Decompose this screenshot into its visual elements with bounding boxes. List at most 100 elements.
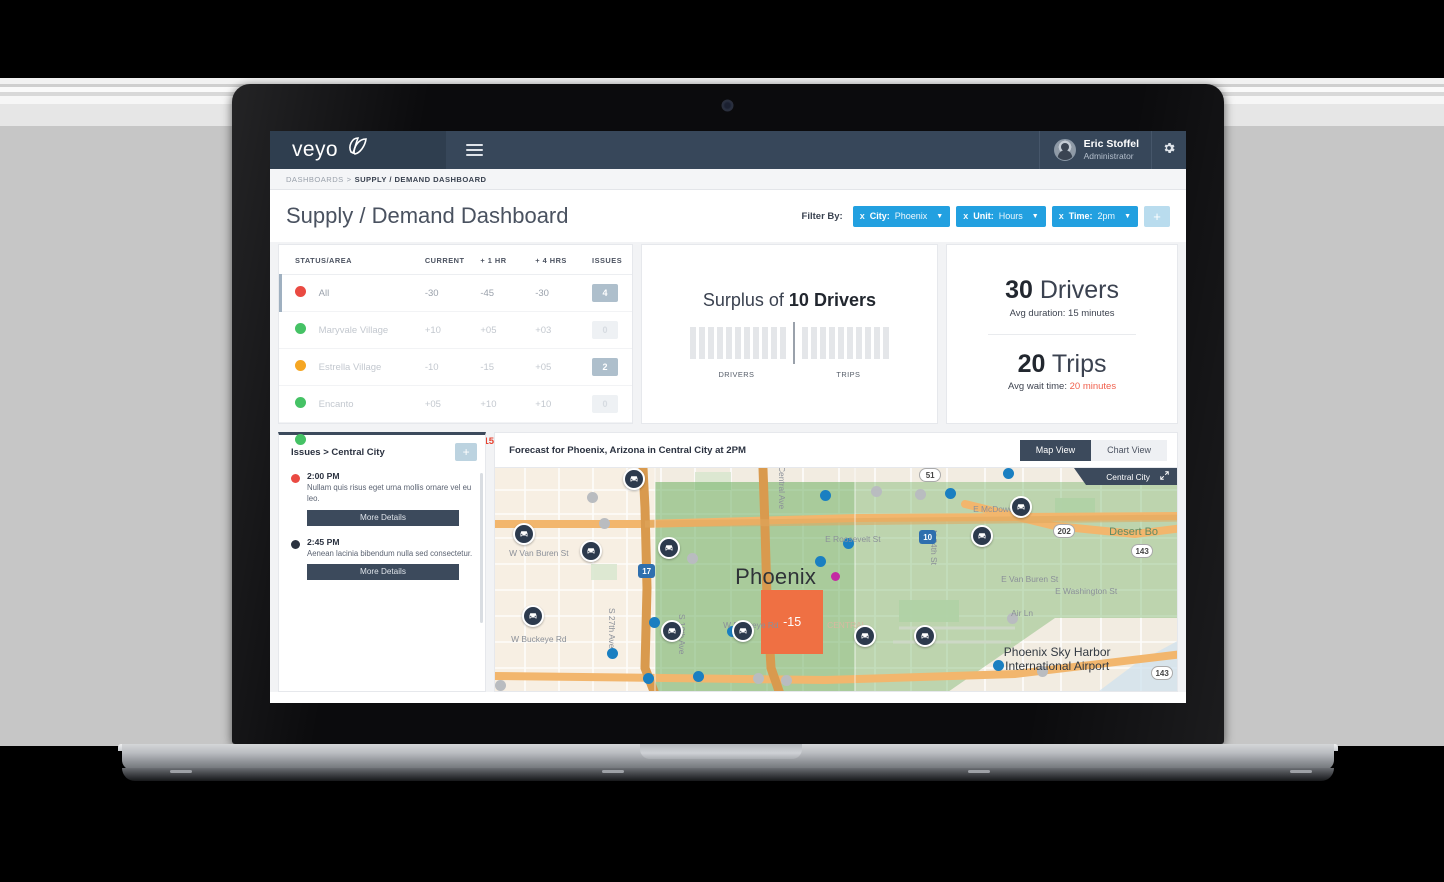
table-row[interactable]: Estrella Village -10 -15 +05 2 <box>279 348 632 386</box>
user-menu[interactable]: Eric Stoffel Administrator <box>1038 131 1152 169</box>
row-area-name: All <box>318 274 425 312</box>
map-poi-airport: Phoenix Sky Harbor International Airport <box>977 645 1137 674</box>
surplus-chart-card: Surplus of 10 Drivers DRIVERS TRIPS <box>640 244 939 424</box>
issues-badge[interactable]: 0 <box>592 321 619 339</box>
map-city-label: Phoenix <box>735 564 817 589</box>
car-icon <box>665 545 673 551</box>
chevron-down-icon[interactable]: ▼ <box>1124 213 1131 220</box>
table-row[interactable]: Maryvale Village +10 +05 +03 0 <box>279 311 632 349</box>
filter-pill-unit[interactable]: x Unit: Hours ▼ <box>956 205 1046 227</box>
user-name: Eric Stoffel <box>1083 138 1139 151</box>
chevron-down-icon[interactable]: ▼ <box>1032 213 1039 220</box>
filter-by-label: Filter By: <box>801 210 843 222</box>
laptop-foot <box>1290 770 1312 773</box>
issue-text: Nullam quis risus eget urna mollis ornar… <box>307 483 472 504</box>
filter-pill-key: Unit: <box>973 211 994 221</box>
row-issues-cell: 0 <box>592 385 632 423</box>
map-shield-143-b: 143 <box>1151 666 1174 680</box>
map-driver-pin[interactable] <box>658 537 681 559</box>
axis-label-drivers: DRIVERS <box>718 369 755 379</box>
map-street-w-buckeye: W Buckeye Rd <box>511 634 567 644</box>
chart-bar-driver <box>753 326 759 359</box>
issues-badge[interactable]: 4 <box>592 284 619 302</box>
issues-scrollbar[interactable] <box>480 473 484 623</box>
add-filter-button[interactable]: + <box>1144 205 1170 227</box>
remove-filter-icon[interactable]: x <box>963 211 968 221</box>
map-driver-pin[interactable] <box>971 525 994 547</box>
leaf-icon <box>347 136 369 161</box>
map-region-badge-label: Central City <box>1106 471 1150 482</box>
chart-bar-trip <box>856 326 862 359</box>
map-poi-airport-line1: Phoenix Sky Harbor <box>1003 645 1111 659</box>
filter-bar: Filter By: x City: Phoenix ▼ x Unit: Hours ▼ x Ti… <box>801 205 1170 227</box>
breadcrumb-separator: > <box>346 174 352 184</box>
map-driver-pin[interactable] <box>623 468 646 490</box>
map-driver-pin[interactable] <box>914 625 937 647</box>
add-issue-button[interactable]: + <box>455 443 478 461</box>
settings-button[interactable] <box>1152 131 1186 169</box>
filter-pill-value: 2pm <box>1097 211 1116 221</box>
table-row[interactable]: All -30 -45 -30 4 <box>279 273 632 312</box>
map-canvas[interactable]: -15 Phoenix Phoenix Sky Harbor Internati… <box>495 467 1177 691</box>
filter-pill-time[interactable]: x Time: 2pm ▼ <box>1051 205 1138 227</box>
map-driver-pin[interactable] <box>580 540 603 562</box>
filter-pill-city[interactable]: x City: Phoenix ▼ <box>852 205 951 227</box>
remove-filter-icon[interactable]: x <box>860 211 865 221</box>
filter-pill-key: Time: <box>1068 211 1093 221</box>
surplus-chart-title: Surplus of 10 Drivers <box>703 290 876 311</box>
row-area-name: Maryvale Village <box>318 311 425 349</box>
map-shield-51: 51 <box>919 468 942 482</box>
map-driver-pin[interactable] <box>522 605 545 627</box>
car-icon <box>668 628 676 634</box>
stats-card: 30 Drivers Avg duration: 15 minutes 20 T… <box>946 244 1178 424</box>
map-driver-pin[interactable] <box>1010 496 1033 518</box>
map-region-badge[interactable]: Central City <box>1074 468 1177 485</box>
surplus-axis-labels: DRIVERS TRIPS <box>684 370 894 379</box>
issues-badge[interactable]: 2 <box>592 358 619 376</box>
tab-map-view[interactable]: Map View <box>1019 439 1092 461</box>
chart-bar-driver <box>744 326 750 359</box>
map-driver-pin[interactable] <box>513 523 536 545</box>
column-header-current: CURRENT <box>424 245 481 275</box>
chart-bar-trip <box>829 326 835 359</box>
drivers-stat-headline: 30 Drivers <box>947 276 1177 305</box>
chart-center-divider <box>793 321 795 364</box>
issues-card: Issues > Central City + 2:00 PM Nullam qu… <box>278 432 487 692</box>
chart-bar-trip <box>820 326 826 359</box>
status-dot <box>295 323 306 334</box>
issue-status-dot <box>291 539 300 549</box>
remove-filter-icon[interactable]: x <box>1059 211 1064 221</box>
table-row[interactable]: Encanto +05 +10 +10 0 <box>279 385 632 423</box>
row-current: -10 <box>424 348 481 386</box>
issues-badge[interactable]: 0 <box>592 395 619 413</box>
map-driver-pin[interactable] <box>854 625 877 647</box>
map-driver-pin[interactable] <box>732 620 755 642</box>
trips-stat: 20 Trips Avg wait time: 20 minutes <box>947 350 1177 393</box>
breadcrumb-root[interactable]: DASHBOARDS <box>286 175 344 184</box>
map-driver-pin[interactable] <box>661 620 684 642</box>
issue-status-dot <box>291 474 300 483</box>
column-header-status-area: STATUS/AREA <box>279 245 425 275</box>
tab-chart-view[interactable]: Chart View <box>1091 439 1167 461</box>
brand-logo[interactable]: veyo <box>270 131 446 169</box>
map-street-s-27th-ave: S 27th Ave <box>607 608 618 649</box>
expand-icon[interactable] <box>1160 471 1169 482</box>
avatar <box>1053 139 1076 161</box>
chart-bar-driver <box>735 326 741 359</box>
laptop-foot <box>602 770 624 773</box>
more-details-button[interactable]: More Details <box>307 509 459 526</box>
map-shield-10: 10 <box>919 530 937 544</box>
list-item: 2:00 PM Nullam quis risus eget urna molli… <box>291 471 481 526</box>
chevron-down-icon[interactable]: ▼ <box>936 213 943 220</box>
chart-bar-trip <box>874 326 880 359</box>
map-shield-17: 17 <box>638 564 656 578</box>
breadcrumb: DASHBOARDS > SUPPLY / DEMAND DASHBOARD <box>270 169 1186 190</box>
screen-viewport: veyo Eric Stoffel Administrator DASHBOAR… <box>270 131 1186 703</box>
menu-toggle-button[interactable] <box>446 131 502 169</box>
row-plus1hr: +05 <box>480 311 536 349</box>
row-issues-cell: 4 <box>592 274 632 312</box>
surplus-bar-chart <box>690 321 889 364</box>
more-details-button[interactable]: More Details <box>307 563 459 580</box>
map-street-e-roosevelt: E Roosevelt St <box>825 534 881 544</box>
issue-time: 2:45 PM <box>307 536 340 547</box>
